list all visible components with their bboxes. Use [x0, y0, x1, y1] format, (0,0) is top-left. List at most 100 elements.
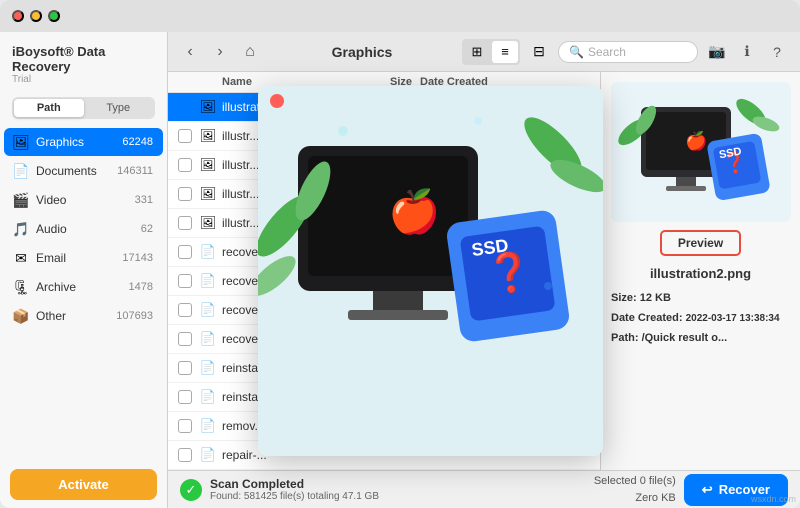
sidebar-item-icon-graphics: 🖼 — [12, 133, 30, 151]
sidebar-item-other[interactable]: 📦 Other 107693 — [4, 302, 163, 330]
file-checkbox[interactable] — [178, 245, 192, 259]
path-type-toggle: Path Type — [12, 97, 155, 119]
file-type-icon: 📄 — [198, 358, 218, 378]
sidebar-item-documents[interactable]: 📄 Documents 146311 — [4, 157, 163, 185]
help-button[interactable]: ? — [764, 39, 790, 65]
file-checkbox[interactable] — [178, 158, 192, 172]
maximize-button[interactable] — [48, 10, 60, 22]
info-button[interactable]: ℹ — [734, 39, 760, 65]
sidebar-item-count-archive: 1478 — [129, 281, 153, 293]
preview-size: Size: 12 KB — [611, 289, 790, 309]
close-button[interactable] — [12, 10, 24, 22]
recover-icon: ↩ — [702, 482, 713, 498]
back-button[interactable]: ‹ — [178, 40, 202, 64]
toolbar: ‹ › ⌂ Graphics ⊞ ≡ ⊟ 🔍 Search 📷 ℹ ? — [168, 32, 800, 72]
preview-button[interactable]: Preview — [660, 230, 741, 256]
file-checkbox[interactable] — [178, 274, 192, 288]
sidebar-item-label-other: Other — [36, 309, 116, 323]
file-checkbox[interactable] — [178, 100, 192, 114]
file-type-icon: 📄 — [198, 445, 218, 465]
preview-date: Date Created: 2022-03-17 13:38:34 — [611, 309, 790, 329]
sidebar-item-count-email: 17143 — [122, 252, 153, 264]
sidebar-header: iBoysoft® Data Recovery Trial — [0, 32, 167, 89]
svg-text:🍎: 🍎 — [388, 186, 440, 236]
file-checkbox[interactable] — [178, 303, 192, 317]
selected-size: Zero KB — [594, 490, 676, 507]
activate-button[interactable]: Activate — [10, 469, 157, 500]
sidebar-item-count-graphics: 62248 — [122, 136, 153, 148]
scan-detail: Found: 581425 file(s) totaling 47.1 GB — [210, 491, 379, 502]
sidebar-item-archive[interactable]: 🗜 Archive 1478 — [4, 273, 163, 301]
big-preview-overlay: 🍎 ❓ SSD — [258, 86, 603, 456]
sidebar-item-count-audio: 62 — [141, 223, 153, 235]
sidebar-item-count-video: 331 — [135, 194, 153, 206]
sidebar-item-label-audio: Audio — [36, 222, 141, 236]
type-toggle-btn[interactable]: Type — [84, 99, 154, 117]
app-title: iBoysoft® Data Recovery — [12, 44, 155, 74]
sidebar-item-label-archive: Archive — [36, 280, 129, 294]
toolbar-section-title: Graphics — [268, 44, 456, 60]
sidebar-item-icon-email: ✉ — [12, 249, 30, 267]
scan-info: Scan Completed Found: 581425 file(s) tot… — [210, 477, 379, 502]
grid-view-button[interactable]: ⊞ — [464, 41, 490, 63]
file-type-icon: 🖼 — [198, 155, 218, 175]
file-checkbox[interactable] — [178, 332, 192, 346]
sidebar-item-icon-other: 📦 — [12, 307, 30, 325]
sidebar-item-label-email: Email — [36, 251, 122, 265]
file-checkbox[interactable] — [178, 216, 192, 230]
sidebar-item-icon-audio: 🎵 — [12, 220, 30, 238]
status-bar: ✓ Scan Completed Found: 581425 file(s) t… — [168, 470, 800, 508]
file-type-icon: 🖼 — [198, 97, 218, 117]
file-checkbox[interactable] — [178, 390, 192, 404]
sidebar-item-audio[interactable]: 🎵 Audio 62 — [4, 215, 163, 243]
watermark: wsxdn.com — [751, 494, 796, 504]
sidebar-item-label-video: Video — [36, 193, 135, 207]
big-preview-image: 🍎 ❓ SSD — [258, 86, 603, 456]
sidebar-item-graphics[interactable]: 🖼 Graphics 62248 — [4, 128, 163, 156]
view-toggle: ⊞ ≡ — [462, 39, 520, 65]
sidebar-item-count-other: 107693 — [116, 310, 153, 322]
file-type-icon: 📄 — [198, 387, 218, 407]
sidebar-item-label-graphics: Graphics — [36, 135, 122, 149]
file-checkbox[interactable] — [178, 448, 192, 462]
app-subtitle: Trial — [12, 74, 155, 85]
preview-image-area: 🍎 ❓ SSD — [611, 82, 791, 222]
preview-filename: illustration2.png — [650, 266, 751, 281]
selected-info: Selected 0 file(s) Zero KB — [594, 473, 676, 506]
filter-button[interactable]: ⊟ — [526, 39, 552, 65]
file-type-icon: 📄 — [198, 300, 218, 320]
sidebar-item-icon-archive: 🗜 — [12, 278, 30, 296]
file-checkbox[interactable] — [178, 419, 192, 433]
home-button[interactable]: ⌂ — [238, 40, 262, 64]
forward-button[interactable]: › — [208, 40, 232, 64]
sidebar-item-icon-documents: 📄 — [12, 162, 30, 180]
scan-label: Scan Completed — [210, 477, 379, 491]
preview-thumbnail: 🍎 ❓ SSD — [611, 82, 791, 222]
sidebar: iBoysoft® Data Recovery Trial Path Type … — [0, 32, 168, 508]
file-type-icon: 🖼 — [198, 184, 218, 204]
minimize-button[interactable] — [30, 10, 42, 22]
path-toggle-btn[interactable]: Path — [14, 99, 84, 117]
file-type-icon: 📄 — [198, 329, 218, 349]
sidebar-item-video[interactable]: 🎬 Video 331 — [4, 186, 163, 214]
file-checkbox[interactable] — [178, 361, 192, 375]
preview-panel: 🍎 ❓ SSD — [600, 72, 800, 470]
preview-path: Path: /Quick result o... — [611, 329, 790, 349]
search-box: 🔍 Search — [558, 41, 698, 63]
scan-complete-icon: ✓ — [180, 479, 202, 501]
big-preview-close-button[interactable] — [270, 94, 284, 108]
preview-meta: Size: 12 KB Date Created: 2022-03-17 13:… — [611, 289, 790, 348]
sidebar-item-label-documents: Documents — [36, 164, 117, 178]
file-checkbox[interactable] — [178, 187, 192, 201]
file-type-icon: 📄 — [198, 416, 218, 436]
sidebar-item-email[interactable]: ✉ Email 17143 — [4, 244, 163, 272]
traffic-lights — [12, 10, 60, 22]
sidebar-item-count-documents: 146311 — [117, 165, 153, 177]
list-view-button[interactable]: ≡ — [492, 41, 518, 63]
file-checkbox[interactable] — [178, 129, 192, 143]
file-type-icon: 🖼 — [198, 126, 218, 146]
camera-button[interactable]: 📷 — [704, 39, 730, 65]
file-type-icon: 📄 — [198, 242, 218, 262]
file-type-icon: 🖼 — [198, 213, 218, 233]
sidebar-item-icon-video: 🎬 — [12, 191, 30, 209]
